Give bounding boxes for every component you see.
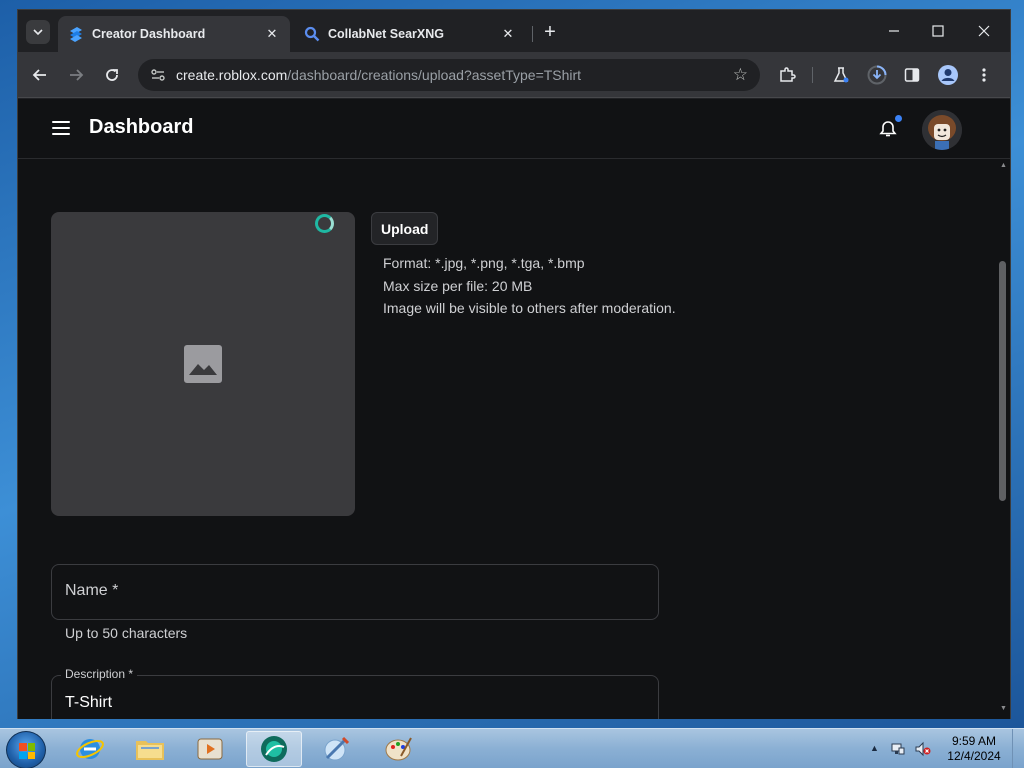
web-page: Dashboard Upload Format: *.jpg, *.png, *… — [18, 99, 1010, 719]
new-tab-button[interactable]: + — [538, 20, 562, 44]
browser-window: Creator Dashboard ✕ CollabNet SearXNG ✕ … — [17, 9, 1011, 719]
flask-icon — [833, 67, 849, 83]
tab-strip: Creator Dashboard ✕ CollabNet SearXNG ✕ … — [18, 10, 1010, 52]
network-icon[interactable] — [890, 741, 906, 757]
image-placeholder-icon — [184, 345, 222, 383]
notification-badge — [895, 115, 902, 122]
paint-brush-icon — [324, 736, 350, 761]
maximize-button[interactable] — [918, 18, 958, 44]
tab-creator-dashboard[interactable]: Creator Dashboard ✕ — [58, 16, 290, 52]
scroll-up-icon[interactable]: ▲ — [1000, 162, 1007, 169]
tab-close-icon[interactable]: ✕ — [264, 26, 280, 42]
hamburger-menu-icon[interactable] — [52, 121, 70, 135]
page-title: Dashboard — [89, 116, 194, 138]
upload-button[interactable]: Upload — [371, 212, 439, 245]
app-header: Dashboard — [18, 99, 1010, 159]
download-button[interactable] — [865, 63, 889, 87]
close-icon — [978, 25, 990, 37]
image-preview — [51, 212, 355, 516]
media-player-icon — [197, 738, 223, 760]
name-helper-text: Up to 50 characters — [65, 625, 188, 641]
puzzle-icon — [780, 67, 796, 82]
forward-button[interactable] — [64, 63, 88, 87]
maximize-icon — [932, 25, 944, 37]
search-icon — [304, 26, 320, 42]
tab-search-button[interactable] — [26, 20, 50, 44]
format-rule: Format: *.jpg, *.png, *.tga, *.bmp — [383, 255, 585, 271]
labs-button[interactable] — [829, 63, 853, 87]
browser-icon — [261, 736, 287, 762]
bookmark-star-icon[interactable]: ☆ — [733, 65, 748, 85]
scrollbar-thumb[interactable] — [999, 261, 1006, 501]
menu-button[interactable] — [972, 63, 996, 87]
download-progress-icon — [867, 65, 887, 85]
description-value: T-Shirt — [65, 694, 113, 711]
clock-date: 12/4/2024 — [947, 749, 1001, 763]
close-window-button[interactable] — [964, 18, 1004, 44]
reload-button[interactable] — [100, 63, 124, 87]
show-hidden-icons-icon[interactable]: ▲ — [870, 743, 879, 753]
name-label: Name * — [65, 582, 119, 599]
side-panel-icon — [904, 68, 920, 82]
arrow-right-icon — [70, 69, 84, 81]
internet-explorer-icon — [76, 739, 104, 759]
taskbar-file-explorer[interactable] — [122, 731, 178, 767]
taskbar-media-player[interactable] — [182, 731, 238, 767]
tab-collabnet-searxng[interactable]: CollabNet SearXNG ✕ — [294, 16, 526, 52]
name-field[interactable]: Name * — [51, 564, 659, 620]
account-icon — [938, 65, 958, 85]
windows-logo-icon — [19, 743, 35, 759]
extensions-button[interactable] — [775, 63, 799, 87]
tab-separator — [532, 26, 533, 42]
upload-content: Upload Format: *.jpg, *.png, *.tga, *.bm… — [18, 159, 996, 719]
browser-toolbar: create.roblox.com/dashboard/creations/up… — [18, 52, 1010, 98]
scroll-down-icon[interactable]: ▼ — [1000, 705, 1007, 712]
description-label: Description * — [61, 667, 138, 681]
minimize-icon — [889, 30, 899, 32]
avatar-image — [922, 110, 962, 150]
notification-bell-icon[interactable] — [878, 119, 898, 139]
more-vert-icon — [982, 68, 986, 82]
taskbar-browser[interactable] — [246, 731, 302, 767]
tab-title: CollabNet SearXNG — [328, 27, 445, 41]
system-clock[interactable]: 9:59 AM 12/4/2024 — [944, 734, 1004, 764]
roblox-studio-icon — [68, 26, 84, 42]
chevron-down-icon — [33, 29, 43, 36]
address-bar[interactable]: create.roblox.com/dashboard/creations/up… — [138, 59, 760, 91]
volume-muted-icon[interactable] — [914, 741, 932, 757]
show-desktop-button[interactable] — [1012, 729, 1024, 768]
file-explorer-icon — [136, 741, 164, 760]
tab-close-icon[interactable]: ✕ — [500, 26, 516, 42]
back-button[interactable] — [28, 63, 52, 87]
tab-title: Creator Dashboard — [92, 27, 206, 41]
loading-spinner-icon — [315, 214, 334, 233]
palette-icon — [385, 737, 412, 761]
taskbar: ▲ 9:59 AM 12/4/2024 — [0, 728, 1024, 768]
site-settings-icon[interactable] — [148, 65, 168, 85]
start-button[interactable] — [6, 731, 46, 768]
moderation-rule: Image will be visible to others after mo… — [383, 300, 676, 316]
taskbar-palette[interactable] — [370, 731, 426, 767]
taskbar-paint[interactable] — [308, 731, 364, 767]
description-field[interactable]: Description * T-Shirt — [51, 667, 659, 719]
toolbar-separator — [812, 67, 813, 83]
avatar[interactable] — [922, 110, 962, 150]
url-host: create.roblox.com — [176, 67, 288, 83]
size-rule: Max size per file: 20 MB — [383, 277, 533, 294]
upload-rules: Format: *.jpg, *.png, *.tga, *.bmp Max s… — [383, 252, 676, 320]
url-path: /dashboard/creations/upload?assetType=TS… — [287, 67, 582, 83]
clock-time: 9:59 AM — [951, 734, 997, 748]
profile-button[interactable] — [936, 63, 960, 87]
arrow-left-icon — [32, 69, 46, 81]
page-scrollbar[interactable]: ▲ ▼ — [996, 159, 1010, 719]
reload-icon — [106, 69, 118, 81]
taskbar-internet-explorer[interactable] — [62, 731, 118, 767]
side-panel-button[interactable] — [900, 63, 924, 87]
minimize-button[interactable] — [874, 18, 914, 44]
